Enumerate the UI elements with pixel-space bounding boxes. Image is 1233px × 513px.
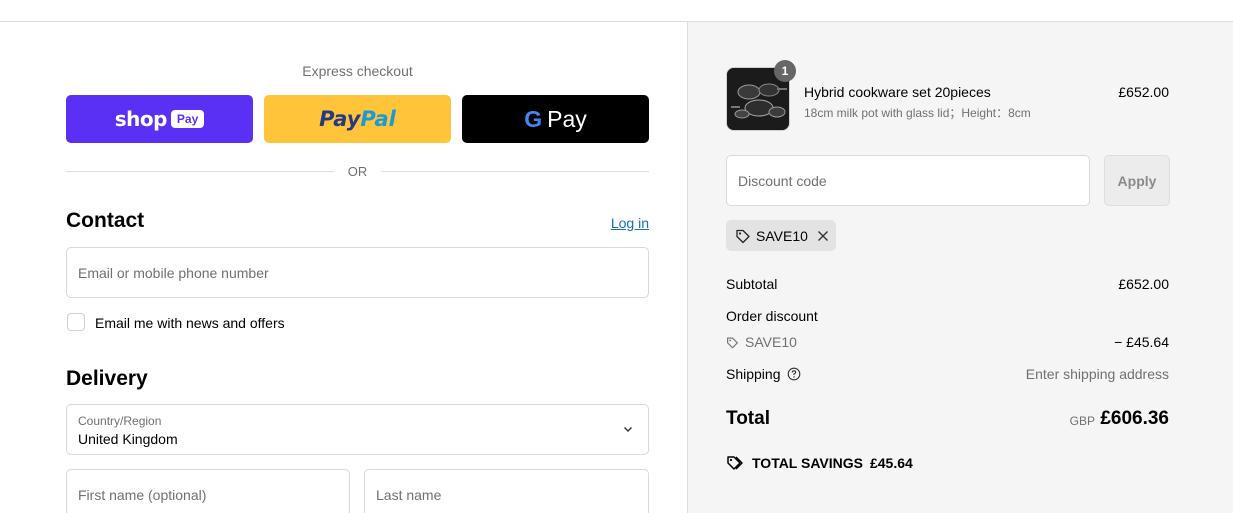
total-value: £606.36 [1100,408,1169,429]
chevron-down-icon [624,427,632,432]
shop-pay-button[interactable]: shop Pay [66,95,253,143]
subtotal-value: £652.00 [1118,276,1169,292]
last-name-field-wrapper [364,469,649,513]
email-field-wrapper [66,247,649,298]
first-name-field-wrapper [66,469,350,513]
checkout-form-column: Express checkout shop Pay PayPal G Pay O… [0,22,687,513]
shop-pay-logo-text: shop [114,107,168,131]
applied-discount-chip: SAVE10 [726,220,836,251]
divider-line [66,170,334,172]
email-field[interactable] [67,248,648,297]
total-label: Total [726,408,770,429]
shipping-row: Shipping [726,366,801,382]
google-pay-button[interactable]: G Pay [462,95,649,143]
total-currency: GBP [1069,414,1095,428]
discount-field-wrapper [726,155,1090,206]
newsletter-label: Email me with news and offers [95,315,285,331]
country-select-label: Country/Region [78,414,162,428]
total-savings-value: £45.64 [869,455,913,471]
help-circle-icon[interactable] [787,367,801,381]
newsletter-checkbox[interactable] [67,313,85,331]
product-variant: 18cm milk pot with glass lid；Height：8cm [804,106,1031,120]
subtotal-label: Subtotal [726,276,778,292]
country-select[interactable]: Country/Region United Kingdom [66,404,649,455]
top-bar [0,0,1233,22]
total-savings-label: TOTAL SAVINGS [752,455,863,471]
quantity-badge: 1 [774,60,796,82]
apply-discount-button[interactable]: Apply [1104,155,1170,206]
shipping-label: Shipping [726,366,781,382]
or-divider: OR [66,163,649,179]
last-name-field[interactable] [365,470,648,513]
google-g-icon: G [524,105,543,132]
shop-pay-pill: Pay [170,110,205,128]
shipping-value: Enter shipping address [1025,366,1169,382]
product-name: Hybrid cookware set 20pieces [804,84,991,100]
google-pay-label: Pay [547,105,587,132]
tag-icon [727,336,738,348]
first-name-field[interactable] [67,470,349,513]
country-select-value: United Kingdom [78,431,178,447]
divider-line [381,170,649,172]
login-link[interactable]: Log in [611,215,649,231]
paypal-logo: PayPal [319,107,396,131]
order-summary-column: 1 Hybrid cookware set 20pieces 18cm milk… [687,22,1233,513]
express-checkout-title: Express checkout [302,63,413,79]
discount-code-field[interactable] [727,156,1089,205]
tag-icon [736,229,750,243]
applied-discount-code: SAVE10 [756,227,808,244]
paypal-button[interactable]: PayPal [264,95,451,143]
total-savings-row: TOTAL SAVINGS £45.64 [726,455,913,471]
delivery-heading: Delivery [66,367,148,390]
product-price: £652.00 [1118,84,1169,100]
or-label: OR [347,163,368,179]
remove-discount-close-icon[interactable] [816,229,830,243]
order-discount-label: Order discount [726,308,818,324]
discount-code-row: SAVE10 [726,334,797,350]
tags-icon [727,456,743,470]
discount-code-name: SAVE10 [745,334,797,350]
contact-heading: Contact [66,209,145,232]
discount-value: − £45.64 [1114,334,1169,350]
